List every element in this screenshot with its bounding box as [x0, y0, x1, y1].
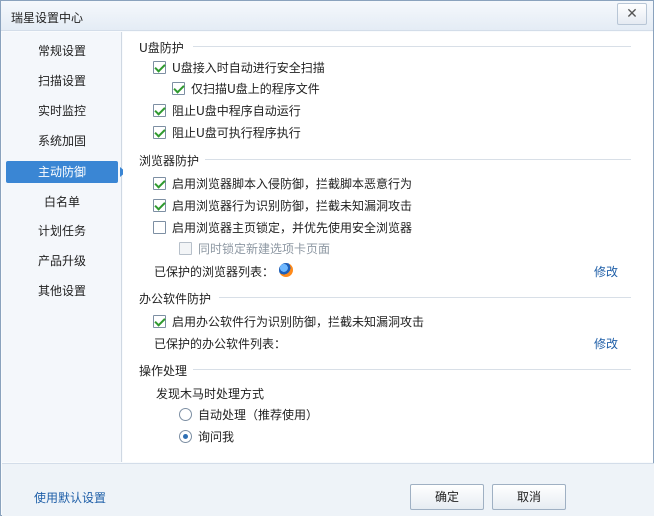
checkbox[interactable] [153, 177, 166, 190]
firefox-icon [279, 263, 293, 277]
window-title: 瑞星设置中心 [11, 11, 84, 25]
section-divider [193, 46, 631, 47]
option-label: 启用浏览器行为识别防御，拦截未知漏洞攻击 [172, 199, 413, 213]
section-divider [219, 297, 631, 298]
option-label: 阻止U盘中程序自动运行 [172, 104, 301, 118]
sidebar-item-scan[interactable]: 扫描设置 [6, 70, 118, 92]
handling-subtitle: 发现木马时处理方式 [156, 387, 265, 401]
sidebar-item-upgrade[interactable]: 产品升级 [6, 250, 118, 272]
sidebar-item-label: 主动防御 [37, 165, 86, 179]
option-label: 阻止U盘可执行程序执行 [172, 126, 301, 140]
sidebar-item-hardening[interactable]: 系统加固 [6, 130, 118, 152]
office-modify-link[interactable]: 修改 [594, 335, 618, 352]
radio-button[interactable] [179, 408, 192, 421]
checkbox[interactable] [153, 315, 166, 328]
option-label: 同时锁定新建选项卡页面 [198, 242, 331, 256]
footer-bar: 使用默认设置 确定 取消 [2, 463, 654, 516]
sidebar-item-general[interactable]: 常规设置 [6, 40, 118, 62]
option-label: 仅扫描U盘上的程序文件 [191, 82, 320, 96]
option-label: 启用办公软件行为识别防御，拦截未知漏洞攻击 [172, 315, 425, 329]
browser-modify-link[interactable]: 修改 [594, 263, 618, 280]
ok-button[interactable]: 确定 [410, 484, 484, 510]
section-title-handling: 操作处理 [139, 364, 188, 378]
sidebar: 常规设置 扫描设置 实时监控 系统加固 主动防御 白名单 计划任务 产品升级 其… [2, 32, 126, 462]
option-label: 自动处理（推荐使用） [198, 408, 319, 422]
section-title-office: 办公软件防护 [139, 292, 212, 306]
checkbox[interactable] [172, 82, 185, 95]
browser-protected-list-label: 已保护的浏览器列表： [154, 265, 275, 279]
sidebar-item-realtime[interactable]: 实时监控 [6, 100, 118, 122]
settings-window: 瑞星设置中心 ✕ 常规设置 扫描设置 实时监控 系统加固 主动防御 白名单 计划… [0, 0, 654, 516]
section-title-usb: U盘防护 [139, 41, 184, 55]
cancel-button[interactable]: 取消 [492, 484, 566, 510]
close-icon: ✕ [626, 6, 638, 22]
radio-button[interactable] [179, 430, 192, 443]
checkbox[interactable] [153, 126, 166, 139]
option-label: 启用浏览器主页锁定，并优先使用安全浏览器 [172, 221, 413, 235]
option-label: 询问我 [198, 430, 235, 444]
section-title-browser: 浏览器防护 [139, 154, 200, 168]
option-label: 启用浏览器脚本入侵防御，拦截脚本恶意行为 [172, 177, 413, 191]
option-label: U盘接入时自动进行安全扫描 [172, 61, 325, 75]
section-divider [193, 369, 631, 370]
sidebar-item-schedule[interactable]: 计划任务 [6, 220, 118, 242]
checkbox[interactable] [153, 199, 166, 212]
checkbox [179, 242, 192, 255]
office-protected-list-label: 已保护的办公软件列表： [154, 337, 287, 351]
close-button[interactable]: ✕ [617, 3, 647, 25]
title-bar: 瑞星设置中心 ✕ [1, 1, 653, 31]
sidebar-item-active-defense[interactable]: 主动防御 [6, 161, 126, 183]
checkbox[interactable] [153, 61, 166, 74]
use-default-settings-link[interactable]: 使用默认设置 [34, 489, 106, 506]
settings-content: U盘防护 U盘接入时自动进行安全扫描 仅扫描U盘上的程序文件 阻止U盘中程序自动… [123, 32, 653, 462]
sidebar-item-whitelist[interactable]: 白名单 [6, 191, 118, 213]
checkbox[interactable] [153, 221, 166, 234]
checkbox[interactable] [153, 104, 166, 117]
section-divider [205, 159, 631, 160]
sidebar-item-other[interactable]: 其他设置 [6, 280, 118, 302]
